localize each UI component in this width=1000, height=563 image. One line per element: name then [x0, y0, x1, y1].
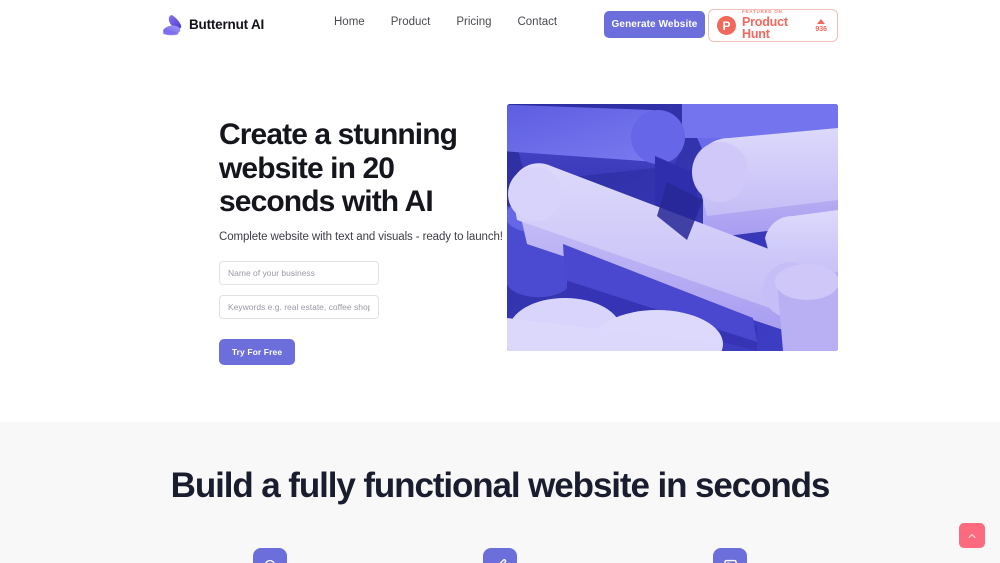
- upvote-triangle-icon: [817, 18, 826, 24]
- features-section: Build a fully functional website in seco…: [0, 422, 1000, 563]
- product-hunt-text-block: FEATURED ON Product Hunt: [742, 10, 809, 41]
- feature-card-3[interactable]: [713, 548, 747, 563]
- hero-subheading: Complete website with text and visuals -…: [219, 230, 503, 243]
- landing-page: Butternut AI Home Product Pricing Contac…: [0, 0, 1000, 563]
- scroll-to-top-button[interactable]: [959, 523, 985, 548]
- main-navigation: Home Product Pricing Contact: [334, 16, 557, 29]
- nav-item-home[interactable]: Home: [334, 16, 365, 29]
- feature-card-1[interactable]: [253, 548, 287, 563]
- feature-icon-row: [0, 548, 1000, 563]
- try-for-free-button[interactable]: Try For Free: [219, 338, 295, 365]
- feature-card-2[interactable]: [483, 548, 517, 563]
- product-hunt-mark: P: [722, 18, 731, 33]
- generate-website-button[interactable]: Generate Website: [604, 11, 705, 38]
- site-header: Butternut AI Home Product Pricing Contac…: [0, 0, 1000, 52]
- brand-logo-link[interactable]: Butternut AI: [162, 14, 264, 36]
- nav-item-product[interactable]: Product: [391, 16, 431, 29]
- features-section-title: Build a fully functional website in seco…: [170, 466, 831, 505]
- brand-name: Butternut AI: [189, 17, 265, 33]
- hero-content: Create a stunning website in 20 seconds …: [219, 118, 503, 365]
- product-hunt-votes: 936: [815, 18, 829, 33]
- product-hunt-logo-icon: P: [717, 16, 736, 35]
- pencil-edit-icon: [493, 558, 508, 563]
- butternut-swirl-logo-icon: [162, 14, 182, 36]
- product-hunt-badge[interactable]: P FEATURED ON Product Hunt 936: [708, 9, 838, 42]
- nav-item-contact[interactable]: Contact: [517, 16, 557, 29]
- business-name-input[interactable]: [219, 260, 379, 285]
- chevron-up-icon: [966, 530, 978, 542]
- search-icon: [263, 558, 278, 563]
- hero-artwork-image: [507, 104, 838, 351]
- product-hunt-upvote-count: 936: [815, 25, 827, 33]
- product-hunt-title: Product Hunt: [742, 14, 788, 42]
- image-photo-icon: [723, 558, 738, 563]
- hero-heading: Create a stunning website in 20 seconds …: [219, 118, 458, 219]
- keywords-input[interactable]: [219, 294, 379, 319]
- nav-item-pricing[interactable]: Pricing: [456, 16, 491, 29]
